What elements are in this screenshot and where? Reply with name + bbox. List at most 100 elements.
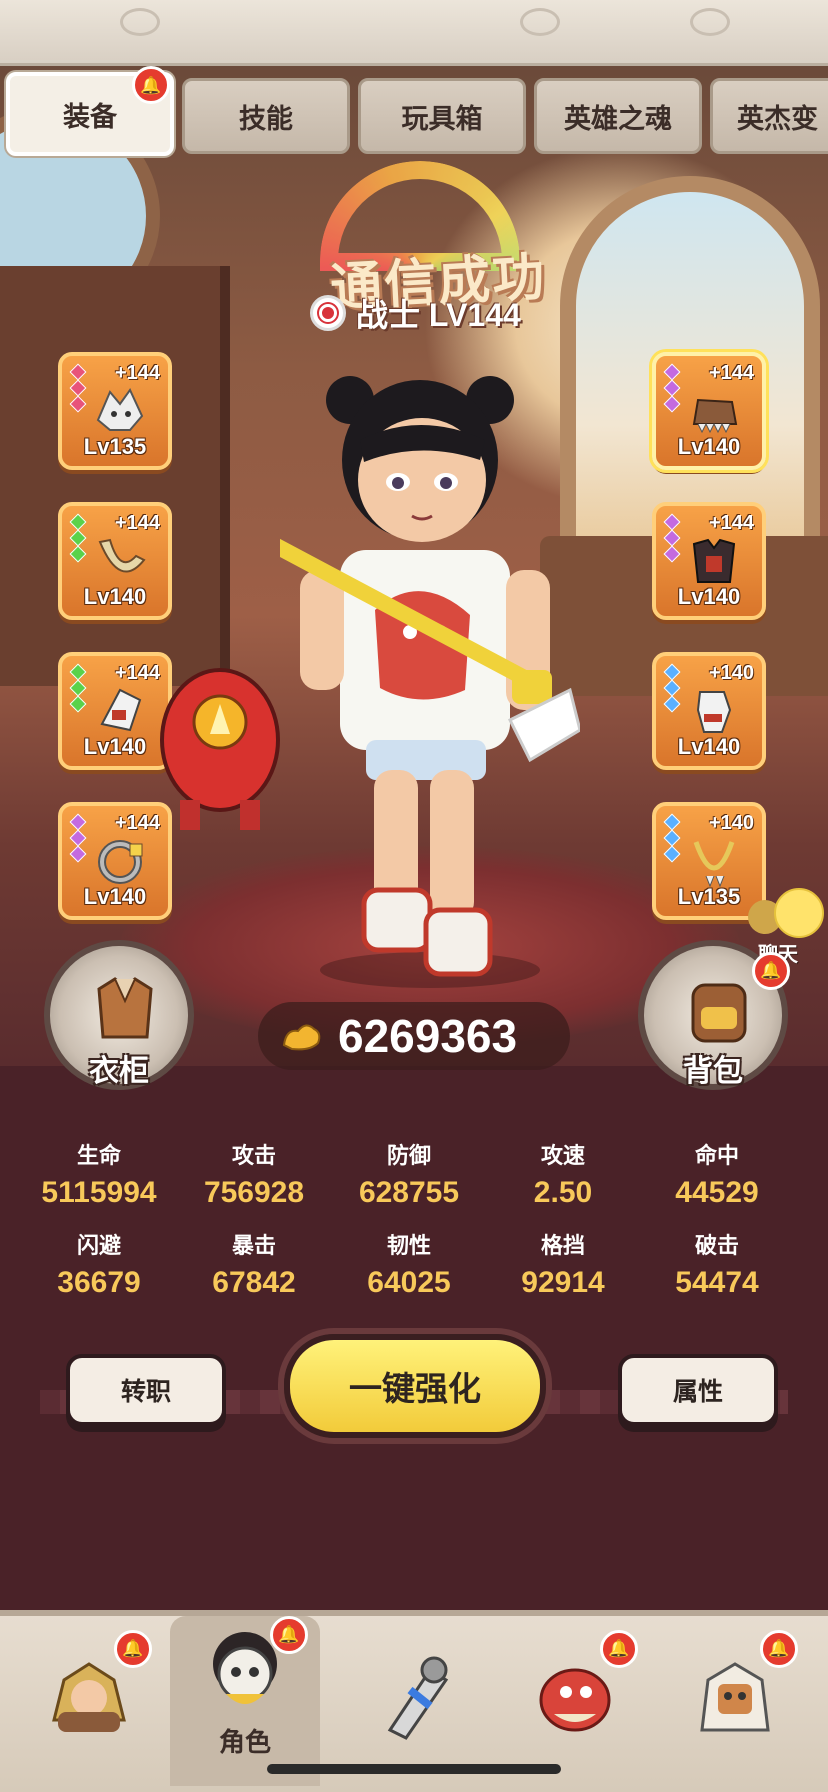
stat-label: 格挡: [540, 1233, 585, 1258]
home-indicator[interactable]: [267, 1764, 561, 1774]
enhance-level: +144: [114, 512, 160, 534]
attributes-button[interactable]: 属性: [618, 1354, 778, 1426]
stat-label: 暴击: [231, 1233, 276, 1258]
stat-value: 628755: [358, 1176, 460, 1209]
gem-indicators: [69, 813, 87, 863]
gem-indicators: [663, 363, 681, 413]
ring-icon: [98, 840, 143, 884]
tab-toybox[interactable]: 玩具箱: [358, 78, 526, 154]
nav-character[interactable]: 角色 🔔: [170, 1616, 320, 1786]
stat-label: 攻击: [231, 1143, 276, 1168]
equip-slot-glove[interactable]: +140 Lv140: [652, 652, 766, 770]
gem-indicators: [663, 663, 681, 713]
nav-totem[interactable]: 🔔: [660, 1630, 810, 1780]
stat-label: 生命: [76, 1143, 121, 1168]
tab-label: 装备: [63, 101, 117, 132]
stat-crit: 暴击 67842: [171, 1228, 337, 1300]
beast-helmet-icon: [96, 388, 144, 431]
stat-armor-break: 破击 54474: [634, 1228, 800, 1300]
glove-icon: [696, 691, 732, 733]
item-level: Lv140: [677, 584, 741, 609]
necklace-icon: [693, 841, 735, 888]
enhance-level: +140: [708, 662, 754, 684]
smiley-icon: [774, 888, 824, 938]
item-level: Lv140: [83, 584, 147, 609]
stat-attack: 攻击 756928: [171, 1138, 337, 1210]
notification-badge-icon: 🔔: [270, 1616, 308, 1654]
class-emblem-icon: [310, 295, 346, 331]
weapon-icon: [387, 1656, 449, 1740]
boomerang-icon: [98, 538, 146, 573]
wardrobe-icon: [97, 977, 153, 1039]
gem-indicators: [69, 513, 87, 563]
top-banner: [0, 0, 828, 66]
tab-hero-transform[interactable]: 英杰变: [710, 78, 828, 154]
item-level: Lv135: [83, 434, 147, 459]
stat-value: 44529: [675, 1176, 759, 1209]
muscle-arm-icon: [282, 1024, 321, 1051]
equip-slot-helmet[interactable]: +144 Lv135: [58, 352, 172, 470]
class-line: 战士 LV144: [310, 290, 521, 336]
stat-label: 命中: [694, 1143, 739, 1168]
wardrobe-label: 衣柜: [89, 1055, 149, 1088]
character-avatar[interactable]: [280, 370, 580, 990]
tab-label: 英杰变: [737, 103, 818, 134]
stat-value: 756928: [203, 1176, 305, 1209]
nav-tribe[interactable]: 🔔: [14, 1630, 164, 1780]
top-tabs: 装备 🔔 技能 玩具箱 英雄之魂 英杰变: [0, 66, 828, 156]
nav-pet[interactable]: 🔔: [500, 1630, 650, 1780]
nav-label: 角色: [218, 1727, 271, 1757]
swirl-decoration: [120, 8, 160, 36]
notification-badge-icon: 🔔: [752, 952, 790, 990]
stat-hp: 生命 5115994: [16, 1138, 182, 1210]
item-level: Lv140: [83, 884, 147, 909]
equip-slot-weapon[interactable]: +144 Lv140: [58, 502, 172, 620]
stat-label: 防御: [386, 1143, 431, 1168]
job-change-button[interactable]: 转职: [66, 1354, 226, 1426]
action-bar: 转职 一键强化 属性: [0, 1320, 828, 1460]
wardrobe-button[interactable]: 衣柜: [44, 940, 194, 1090]
one-click-enhance-button[interactable]: 一键强化: [284, 1334, 546, 1438]
stat-attack-speed: 攻速 2.50: [480, 1138, 646, 1210]
stat-label: 破击: [694, 1233, 739, 1258]
backpack-icon: [691, 983, 747, 1043]
stat-hit: 命中 44529: [634, 1138, 800, 1210]
spiked-shoe-icon: [692, 398, 738, 434]
notification-badge-icon: 🔔: [600, 1630, 638, 1668]
swirl-decoration: [520, 8, 560, 36]
item-level: Lv140: [677, 734, 741, 759]
tab-equipment[interactable]: 装备 🔔: [6, 66, 174, 156]
attribute-stats: 生命 5115994 攻击 756928 防御 628755 攻速 2.50 命…: [0, 1110, 828, 1310]
tab-label: 玩具箱: [401, 103, 483, 134]
robot-pet-icon[interactable]: [150, 650, 290, 840]
stat-value: 36679: [57, 1266, 141, 1299]
gem-indicators: [663, 813, 681, 863]
equip-slot-armor[interactable]: +144 Lv140: [652, 502, 766, 620]
armor-icon: [692, 538, 736, 583]
gem-indicators: [69, 363, 87, 413]
tab-label: 英雄之魂: [564, 103, 672, 134]
stat-value: 64025: [367, 1266, 451, 1299]
gauntlet-icon: [100, 688, 142, 732]
equip-slot-shoes[interactable]: +144 Lv140: [652, 352, 766, 470]
stat-block: 格挡 92914: [480, 1228, 646, 1300]
one-click-enhance-label: 一键强化: [349, 1370, 481, 1407]
stat-value: 54474: [675, 1266, 759, 1299]
stat-value: 5115994: [41, 1176, 157, 1209]
stat-label: 攻速: [540, 1143, 585, 1168]
attributes-label: 属性: [672, 1378, 723, 1406]
notification-badge-icon: 🔔: [114, 1630, 152, 1668]
gem-indicators: [663, 513, 681, 563]
tab-hero-soul[interactable]: 英雄之魂: [534, 78, 702, 154]
stat-toughness: 韧性 64025: [326, 1228, 492, 1300]
stat-value: 2.50: [533, 1176, 593, 1209]
enhance-level: +144: [708, 512, 754, 534]
stat-value: 67842: [212, 1266, 296, 1299]
class-level: 战士 LV144: [356, 297, 521, 333]
wooden-shelf: [0, 266, 230, 686]
backpack-button[interactable]: 背包 🔔: [638, 940, 790, 1090]
stat-value: 92914: [521, 1266, 605, 1299]
enhance-level: +140: [708, 812, 754, 834]
tab-skills[interactable]: 技能: [182, 78, 350, 154]
nav-weapon[interactable]: [340, 1630, 490, 1780]
